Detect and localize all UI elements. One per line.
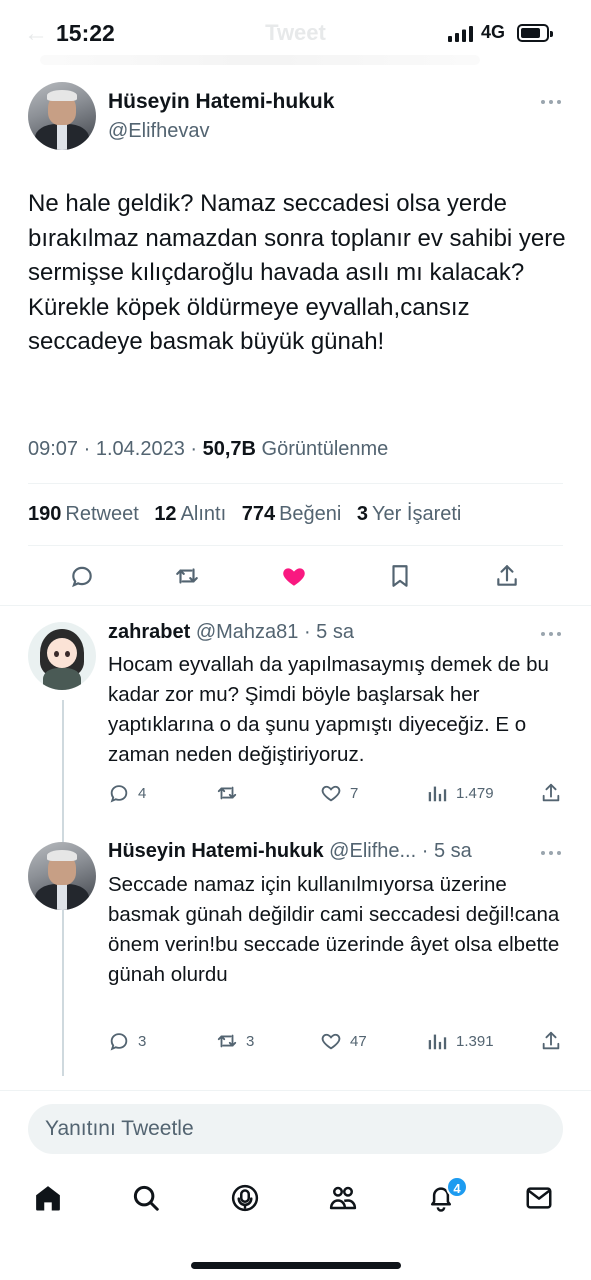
retweet-icon (176, 568, 198, 584)
author-avatar[interactable] (28, 82, 96, 150)
notifications-badge: 4 (446, 1176, 468, 1198)
share-button[interactable] (492, 561, 522, 591)
search-icon (133, 1185, 159, 1211)
likes-stat[interactable]: 774 Beğeni (242, 503, 342, 525)
divider (28, 483, 563, 484)
battery-icon (517, 24, 553, 42)
reply-author-avatar[interactable] (28, 842, 96, 910)
reply-author-handle[interactable]: @Mahza81 (196, 621, 299, 643)
signal-icon (448, 26, 473, 42)
analytics-icon (428, 786, 447, 802)
divider (0, 1090, 591, 1091)
reply-age: 5 sa (433, 840, 472, 862)
divider (0, 605, 591, 606)
reply-icon (72, 566, 92, 588)
spaces-microphone-icon (231, 1184, 259, 1212)
tweet-time: 09:07 (28, 438, 79, 460)
tweet-date: 1.04.2023 (95, 438, 185, 460)
retweet-button[interactable] (216, 782, 246, 804)
home-indicator (191, 1262, 401, 1269)
view-count: 1.391 (456, 1032, 494, 1050)
mail-icon (526, 1187, 552, 1209)
share-icon (497, 565, 517, 586)
status-bar: ← Tweet 15:22 4G (0, 0, 591, 62)
like-count: 7 (350, 784, 359, 802)
analytics-icon (428, 1034, 447, 1050)
reply-header: Hüseyin Hatemi-hukuk @Elifhe... · 5 sa (108, 840, 472, 862)
views-count: 50,7B (202, 438, 256, 460)
retweet-button[interactable] (172, 561, 202, 591)
tweet-stats: 190 Retweet 12 Alıntı 774 Beğeni 3 Yer İşare… (28, 503, 461, 526)
retweet-icon (217, 786, 237, 800)
reply-button[interactable] (67, 561, 97, 591)
nav-spaces[interactable] (230, 1183, 262, 1215)
like-button[interactable] (279, 561, 309, 591)
nav-messages[interactable] (524, 1183, 556, 1215)
retweet-icon (217, 1034, 237, 1048)
more-options-icon[interactable] (541, 632, 563, 638)
quotes-stat[interactable]: 12 Alıntı (154, 503, 226, 525)
reply-icon (110, 785, 128, 803)
scrolled-content-fade (40, 55, 480, 65)
like-button[interactable]: 47 (320, 1030, 367, 1052)
reply-button[interactable]: 3 (108, 1030, 146, 1052)
reply-icon (110, 1033, 128, 1051)
retweet-button[interactable]: 3 (216, 1030, 254, 1052)
share-button[interactable] (540, 782, 562, 804)
more-options-icon[interactable] (541, 100, 563, 106)
reply-author-name[interactable]: zahrabet (108, 621, 190, 643)
view-count: 1.479 (456, 784, 494, 802)
heart-filled-icon (283, 568, 305, 586)
status-time: 15:22 (56, 20, 115, 46)
share-button[interactable] (540, 1030, 562, 1052)
views-button[interactable]: 1.479 (426, 782, 494, 804)
more-options-icon[interactable] (541, 851, 563, 857)
nav-search[interactable] (131, 1183, 163, 1215)
bookmark-button[interactable] (385, 561, 415, 591)
like-button[interactable]: 7 (320, 782, 358, 804)
views-label: Görüntülenme (261, 438, 389, 460)
like-count: 47 (350, 1032, 367, 1050)
bookmarks-stat[interactable]: 3 Yer İşareti (357, 503, 461, 525)
reply-button[interactable]: 4 (108, 782, 146, 804)
views-button[interactable]: 1.391 (426, 1030, 494, 1052)
nav-communities[interactable] (328, 1183, 360, 1215)
reply-author-handle[interactable]: @Elifhe... (329, 840, 416, 862)
reply-age: 5 sa (316, 621, 354, 643)
author-handle[interactable]: @Elifhevav (108, 120, 209, 143)
reply-count: 3 (138, 1032, 147, 1050)
tweet-meta: 09:07 · 1.04.2023 · 50,7B Görüntülenme (28, 438, 389, 460)
network-type: 4G (481, 22, 506, 42)
reply-count: 4 (138, 784, 147, 802)
reply-header: zahrabet @Mahza81 · 5 sa (108, 621, 354, 643)
communities-icon (329, 1186, 357, 1210)
reply-input[interactable]: Yanıtını Tweetle (28, 1104, 563, 1154)
tweet-text: Ne hale geldik? Namaz seccadesi olsa yer… (28, 190, 566, 355)
reply-text: Hocam eyvallah da yapılmasaymış demek de… (108, 653, 549, 766)
share-icon (542, 783, 560, 802)
share-icon (542, 1031, 560, 1050)
author-name[interactable]: Hüseyin Hatemi-hukuk (108, 90, 334, 114)
reply-author-avatar[interactable] (28, 622, 96, 690)
reply-author-name[interactable]: Hüseyin Hatemi-hukuk (108, 840, 324, 862)
heart-icon (321, 785, 341, 802)
reply-text: Seccade namaz için kullanılmıyorsa üzeri… (108, 873, 560, 986)
heart-icon (321, 1033, 341, 1050)
bookmark-icon (392, 565, 408, 587)
divider (28, 545, 563, 546)
home-icon (36, 1186, 60, 1211)
retweets-stat[interactable]: 190 Retweet (28, 503, 139, 525)
retweet-count: 3 (246, 1032, 255, 1050)
reply-input-placeholder: Yanıtını Tweetle (45, 1117, 194, 1140)
nav-home[interactable] (33, 1183, 65, 1215)
